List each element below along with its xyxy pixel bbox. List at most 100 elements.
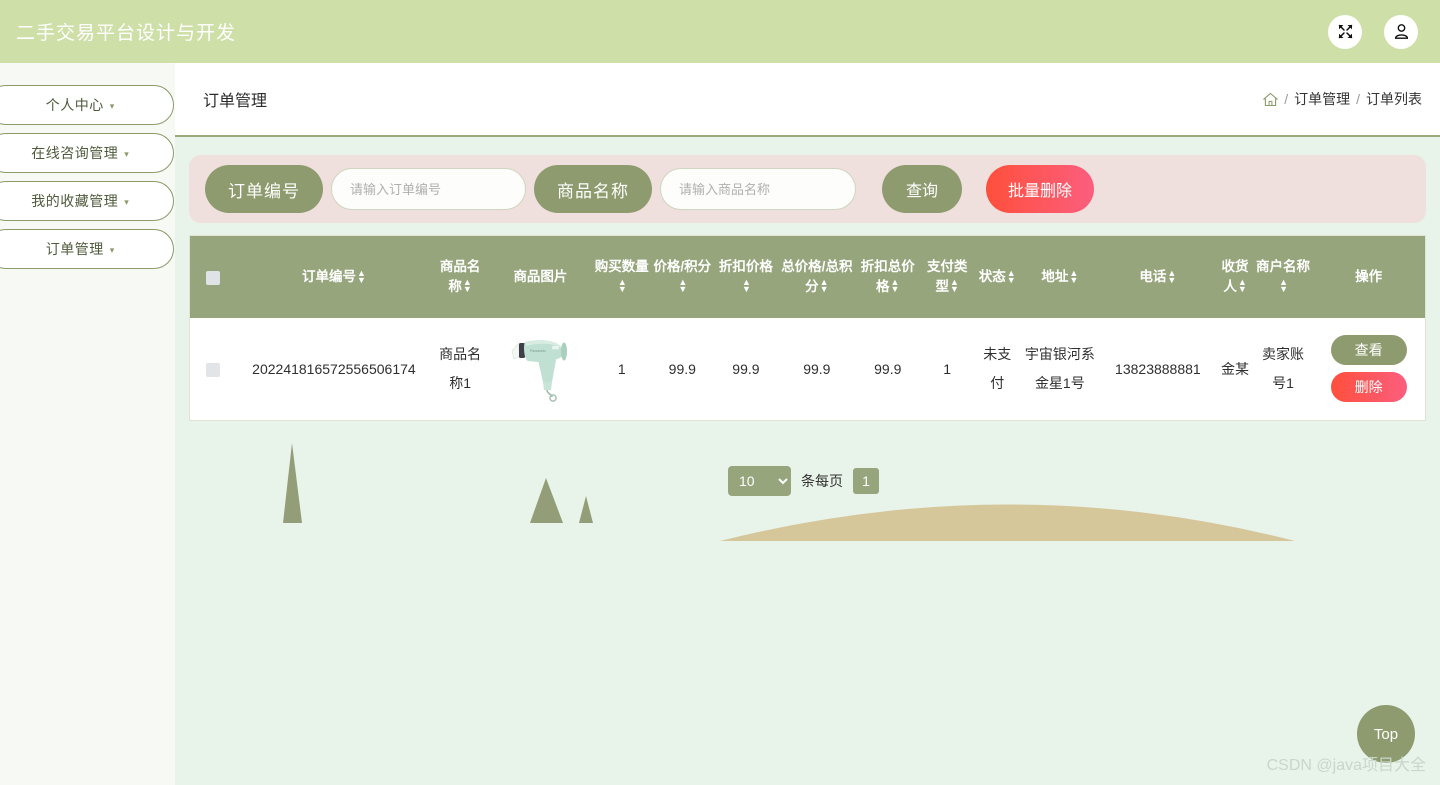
- sidebar-item-label: 我的收藏管理: [31, 193, 119, 209]
- row-select-cell: [190, 318, 236, 420]
- th-label: 支付类型: [926, 259, 968, 294]
- page-number-1[interactable]: 1: [853, 468, 879, 494]
- sort-icon: ▲ ▼: [678, 277, 688, 295]
- th-total-price-points[interactable]: 总价格/总积分 ▲ ▼: [778, 236, 855, 318]
- th-label: 操作: [1355, 269, 1383, 285]
- th-label: 折扣价格: [718, 259, 773, 275]
- th-label: 购买数量: [594, 259, 649, 275]
- table-body: 202241816572556506174 商品名称1 Panasonic 1 …: [190, 318, 1425, 420]
- th-label: 电话: [1139, 269, 1167, 285]
- sidebar: 个人中心 ▾ 在线咨询管理 ▾ 我的收藏管理 ▾ 订单管理 ▾: [0, 63, 175, 785]
- select-all-header: [190, 236, 236, 318]
- sort-icon: ▲ ▼: [949, 277, 959, 295]
- breadcrumb-item-order-management[interactable]: 订单管理: [1294, 89, 1350, 109]
- per-page-select[interactable]: 102050100: [728, 466, 791, 496]
- sort-icon: ▲ ▼: [1279, 277, 1288, 295]
- cell-operations: 查看 删除: [1312, 318, 1425, 420]
- th-operations: 操作: [1312, 236, 1425, 318]
- delete-button[interactable]: 删除: [1330, 372, 1407, 403]
- sort-icon: ▲ ▼: [1069, 267, 1079, 285]
- chevron-down-icon: ▾: [109, 244, 115, 255]
- th-label: 状态: [978, 269, 1006, 285]
- sidebar-item-my-favorites[interactable]: 我的收藏管理 ▾: [0, 181, 174, 221]
- th-discount-price[interactable]: 折扣价格 ▲ ▼: [714, 236, 779, 318]
- th-phone[interactable]: 电话 ▲ ▼: [1099, 236, 1216, 318]
- fullscreen-button[interactable]: [1328, 14, 1362, 49]
- sidebar-item-label: 个人中心: [45, 97, 104, 113]
- table-row: 202241816572556506174 商品名称1 Panasonic 1 …: [190, 318, 1425, 420]
- app-header: 二手交易平台设计与开发: [0, 0, 1440, 63]
- th-product-image: 商品图片: [488, 236, 592, 318]
- expand-icon: [1337, 23, 1354, 40]
- select-all-checkbox[interactable]: [205, 270, 220, 285]
- th-label: 商品图片: [513, 269, 568, 285]
- sidebar-item-order-management[interactable]: 订单管理 ▾: [0, 229, 174, 269]
- home-icon[interactable]: [1263, 92, 1279, 107]
- table-head: 订单编号 ▲ ▼ 商品名称 ▲ ▼ 商品图片 购买数量 ▲ ▼ 价格/积分 ▲ ▼ 折扣价格 ▲ ▼…: [190, 236, 1425, 318]
- batch-delete-button[interactable]: 批量删除: [986, 165, 1095, 213]
- page-title: 订单管理: [203, 93, 268, 110]
- cell-receiver: 金某: [1221, 360, 1250, 377]
- th-merchant[interactable]: 商户名称 ▲ ▼: [1254, 236, 1312, 318]
- breadcrumb-separator: /: [1284, 91, 1289, 107]
- hair-dryer-photo[interactable]: Panasonic: [490, 324, 591, 404]
- table-header-row: 订单编号 ▲ ▼ 商品名称 ▲ ▼ 商品图片 购买数量 ▲ ▼ 价格/积分 ▲ ▼ 折扣价格 ▲ ▼…: [190, 236, 1425, 318]
- cell-total-price-points: 99.9: [803, 360, 831, 377]
- svg-text:Panasonic: Panasonic: [530, 349, 546, 353]
- sort-icon: ▲ ▼: [1167, 267, 1177, 285]
- cell-product-image: Panasonic: [488, 318, 592, 420]
- chevron-down-icon: ▾: [124, 148, 129, 159]
- product-name-input[interactable]: [660, 168, 856, 210]
- header-actions: [1328, 0, 1418, 63]
- breadcrumb-separator: /: [1356, 91, 1360, 107]
- orders-table-card: 订单编号 ▲ ▼ 商品名称 ▲ ▼ 商品图片 购买数量 ▲ ▼ 价格/积分 ▲ ▼ 折扣价格 ▲ ▼…: [189, 235, 1426, 421]
- watermark: CSDN @java项目大全: [1266, 757, 1426, 774]
- page-title-brand: 二手交易平台设计与开发: [16, 23, 237, 44]
- page-header: 订单管理 / 订单管理 / 订单列表: [175, 63, 1440, 137]
- th-label: 订单编号: [301, 269, 356, 285]
- cell-order-no: 202241816572556506174: [252, 360, 416, 377]
- product-name-label[interactable]: 商品名称: [534, 165, 652, 213]
- sidebar-item-label: 在线咨询管理: [31, 145, 119, 161]
- breadcrumb: / 订单管理 / 订单列表: [1263, 89, 1422, 109]
- sort-icon: ▲ ▼: [617, 277, 627, 295]
- chevron-down-icon: ▾: [109, 100, 115, 111]
- th-order-no[interactable]: 订单编号 ▲ ▼: [236, 236, 432, 318]
- th-pay-type[interactable]: 支付类型 ▲ ▼: [920, 236, 974, 318]
- cell-quantity: 1: [617, 360, 626, 377]
- th-address[interactable]: 地址 ▲ ▼: [1020, 236, 1099, 318]
- sort-icon: ▲ ▼: [741, 277, 751, 295]
- cell-discount-total-price: 99.9: [874, 360, 902, 377]
- th-quantity[interactable]: 购买数量 ▲ ▼: [593, 236, 651, 318]
- chevron-down-icon: ▾: [124, 196, 129, 207]
- cell-price-points: 99.9: [668, 360, 696, 377]
- th-discount-total-price[interactable]: 折扣总价格 ▲ ▼: [855, 236, 920, 318]
- orders-table: 订单编号 ▲ ▼ 商品名称 ▲ ▼ 商品图片 购买数量 ▲ ▼ 价格/积分 ▲ ▼ 折扣价格 ▲ ▼…: [190, 236, 1425, 420]
- th-receiver[interactable]: 收货人 ▲ ▼: [1216, 236, 1254, 318]
- sort-icon: ▲ ▼: [356, 267, 366, 285]
- th-label: 商户名称: [1256, 259, 1311, 275]
- th-price-points[interactable]: 价格/积分 ▲ ▼: [651, 236, 714, 318]
- cell-pay-type: 1: [943, 360, 952, 377]
- sidebar-item-online-consult[interactable]: 在线咨询管理 ▾: [0, 133, 174, 173]
- th-label: 折扣总价格: [860, 259, 915, 294]
- cell-product-name: 商品名称1: [439, 346, 482, 391]
- search-toolbar: 订单编号 商品名称 查询 批量删除: [189, 155, 1426, 223]
- sidebar-item-personal-center[interactable]: 个人中心 ▾: [0, 85, 174, 125]
- th-state[interactable]: 状态 ▲ ▼: [974, 236, 1020, 318]
- view-button[interactable]: 查看: [1330, 335, 1407, 366]
- th-label: 商品名称: [439, 259, 481, 294]
- row-checkbox[interactable]: [205, 362, 220, 377]
- sort-icon: ▲ ▼: [1006, 267, 1016, 285]
- cell-discount-price: 99.9: [732, 360, 760, 377]
- order-no-label[interactable]: 订单编号: [205, 165, 323, 213]
- cell-address: 宇宙银河系金星1号: [1024, 346, 1095, 391]
- sort-icon: ▲ ▼: [1237, 277, 1247, 295]
- query-button[interactable]: 查询: [882, 165, 963, 213]
- order-no-input[interactable]: [331, 168, 526, 210]
- pagination: 102050100 条每页 1: [728, 466, 879, 496]
- user-menu-button[interactable]: [1384, 14, 1418, 49]
- th-product-name[interactable]: 商品名称 ▲ ▼: [432, 236, 488, 318]
- sort-icon: ▲ ▼: [819, 277, 829, 295]
- breadcrumb-item-order-list: 订单列表: [1366, 91, 1422, 107]
